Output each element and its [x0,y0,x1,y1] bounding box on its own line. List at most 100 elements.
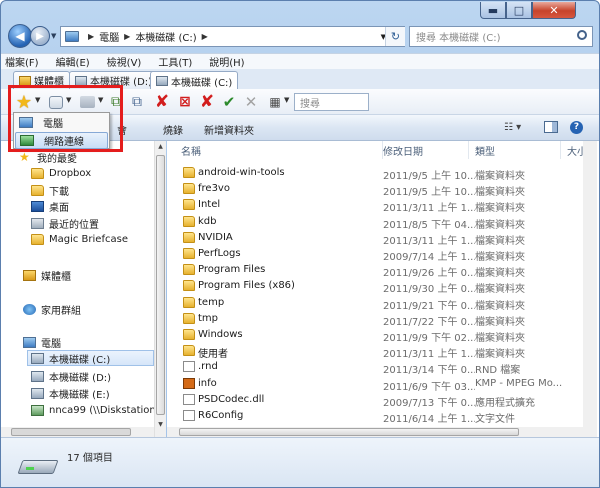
scroll-down-icon[interactable]: ▼ [155,421,166,428]
column-header-name[interactable]: 名稱 [175,141,383,159]
file-row[interactable]: temp 2011/9/21 下午 0... 檔案資料夾 [167,295,599,312]
nav-dropbox[interactable]: Dropbox [31,165,91,181]
menu-file[interactable]: 檔案(F) [5,54,39,69]
menu-help[interactable]: 說明(H) [209,54,244,69]
file-date: 2011/6/9 下午 03... [383,381,475,393]
file-row[interactable]: tmp 2011/7/22 下午 0... 檔案資料夾 [167,311,599,328]
breadcrumb-computer[interactable]: 電腦 [99,29,119,44]
delete-permanent-button[interactable]: ⊠ [175,93,195,111]
drive-icon [75,75,87,86]
menu-tools[interactable]: 工具(T) [158,54,192,69]
file-row[interactable]: NVIDIA 2011/3/11 上午 1... 檔案資料夾 [167,230,599,247]
dropdown-item-network-connections[interactable]: 網路連線 [15,132,108,149]
file-name: Program Files [198,264,266,276]
maximize-button[interactable]: □ [506,2,532,19]
history-button[interactable] [47,93,65,111]
menu-edit[interactable]: 編輯(E) [56,54,90,69]
file-row[interactable]: fre3vo 2011/9/5 上午 10... 檔案資料夾 [167,181,599,198]
column-header-date[interactable]: 修改日期 [377,141,469,159]
nav-homegroup[interactable]: 家用群組 [23,301,81,317]
address-bar[interactable]: ▶ 電腦 ▶ 本機磁碟 (C:) ▶ ▼ [60,26,405,47]
file-row[interactable]: PSDCodec.dll 2009/7/13 下午 0... 應用程式擴充 [167,392,599,409]
favorites-star-button[interactable]: ★ [14,92,34,113]
tab-drive-c[interactable]: 本機磁碟 (C:) [150,71,239,90]
view-options-icon[interactable]: ☷ ▾ [504,122,521,133]
file-row[interactable]: .rnd 2011/3/14 下午 0... RND 檔案 [167,359,599,376]
nav-favorites[interactable]: ★ 我的最愛 [19,149,77,165]
back-button[interactable]: ◀ [8,24,32,48]
file-row[interactable]: android-win-tools 2011/9/5 上午 10... 檔案資料夾 [167,165,599,182]
cross-icon: ✕ [244,93,258,111]
nav-horizontal-scrollbar[interactable] [1,427,154,437]
file-row[interactable]: Intel 2011/3/11 上午 1... 檔案資料夾 [167,197,599,214]
copy-to-button[interactable]: ⧉ [107,93,125,111]
nav-network-drive-z[interactable]: nnca99 (\\Diskstation) (Z: [31,402,154,418]
tab-drive-d[interactable]: 本機磁碟 (D:) [69,71,159,89]
file-row[interactable]: Program Files (x86) 2011/9/30 上午 0... 檔案資料… [167,278,599,295]
nav-desktop[interactable]: 桌面 [31,198,69,214]
preview-pane-icon[interactable] [544,121,558,133]
properties-button[interactable]: ✕ [241,93,261,111]
dropdown-item-computer[interactable]: 電腦 [15,114,108,131]
file-name: PSDCodec.dll [198,393,265,405]
layout-button[interactable]: ▦ [266,93,284,111]
file-row[interactable]: kdb 2011/8/5 下午 04... 檔案資料夾 [167,214,599,231]
file-type: 應用程式擴充 [475,397,535,409]
forward-button[interactable]: ▶ [30,26,50,46]
scroll-thumb[interactable] [11,428,131,436]
nav-label: nnca99 (\\Diskstation) (Z: [49,404,154,416]
layout-dropdown-arrow[interactable]: ▼ [284,96,289,104]
search-input[interactable]: 搜尋 本機磁碟 (C:) [409,26,593,47]
scroll-thumb[interactable] [179,428,519,436]
breadcrumb-drive-c[interactable]: 本機磁碟 (C:) [135,29,196,44]
scroll-up-icon[interactable]: ▲ [155,143,166,150]
help-icon[interactable]: ? [570,121,583,134]
drive-icon [31,387,44,399]
move-to-button[interactable]: ⧉ [128,93,146,111]
file-row[interactable]: info 2011/6/9 下午 03... KMP - MPEG Mo... [167,376,599,393]
menu-view[interactable]: 檢視(V) [107,54,142,69]
history-dropdown-arrow[interactable]: ▼ [66,96,71,104]
chevron-right-icon: ▶ [124,32,131,41]
rename-button[interactable]: ✔ [219,93,239,111]
nav-vertical-scrollbar[interactable]: ▲ ▼ [154,141,166,437]
explorer-window: ▬ □ ✕ ◀ ▶ ▼ ▶ 電腦 ▶ 本機磁碟 (C:) ▶ ▼ ↻ 搜尋 本機… [0,0,600,488]
folder-icon [183,329,195,340]
nav-label: 我的最愛 [37,153,77,165]
delete-all-button[interactable]: ✘ [197,92,217,112]
nav-drive-d[interactable]: 本機磁碟 (D:) [31,368,111,384]
delete-button[interactable]: ✘ [152,92,172,112]
check-icon: ✔ [222,93,236,111]
recent-pages-dropdown[interactable]: ▼ [51,32,56,40]
file-horizontal-scrollbar[interactable] [167,427,583,437]
refresh-button[interactable]: ↻ [385,27,405,46]
minimize-button[interactable]: ▬ [480,2,506,19]
burn-button[interactable]: 燒錄 [163,122,183,137]
nav-recent-places[interactable]: 最近的位置 [31,215,99,231]
drive-large-icon [17,454,59,476]
tab-libraries[interactable]: 媒體櫃 [13,71,70,89]
command-partial[interactable]: 會 [117,122,127,137]
toolbar-search-input[interactable]: 搜尋 [294,93,369,111]
nav-downloads[interactable]: 下載 [31,182,69,198]
file-row[interactable]: PerfLogs 2009/7/14 上午 1... 檔案資料夾 [167,246,599,263]
nav-drive-e[interactable]: 本機磁碟 (E:) [31,385,110,401]
scroll-thumb[interactable] [156,155,165,415]
nav-libraries[interactable]: 媒體櫃 [23,267,71,283]
file-vertical-scrollbar[interactable] [583,141,597,437]
favorites-dropdown-arrow[interactable]: ▼ [35,96,40,104]
network-button[interactable] [77,93,97,111]
delete-icon: ✘ [199,92,215,112]
new-folder-button[interactable]: 新增資料夾 [204,122,254,137]
nav-magic-briefcase[interactable]: Magic Briefcase [31,231,128,247]
file-row[interactable]: Windows 2011/9/9 下午 02... 檔案資料夾 [167,327,599,344]
file-row[interactable]: R6Config 2011/6/14 上午 1... 文字文件 [167,408,599,425]
file-row[interactable]: Program Files 2011/9/26 上午 0... 檔案資料夾 [167,262,599,279]
close-button[interactable]: ✕ [532,2,576,19]
network-dropdown-arrow[interactable]: ▼ [98,96,103,104]
nav-drive-c[interactable]: 本機磁碟 (C:) [27,350,154,366]
column-header-type[interactable]: 類型 [469,141,561,159]
file-row[interactable]: 使用者 2011/3/11 上午 1... 檔案資料夾 [167,343,599,360]
grid-icon: ▦ [269,95,281,109]
nav-computer[interactable]: 電腦 [23,334,61,350]
